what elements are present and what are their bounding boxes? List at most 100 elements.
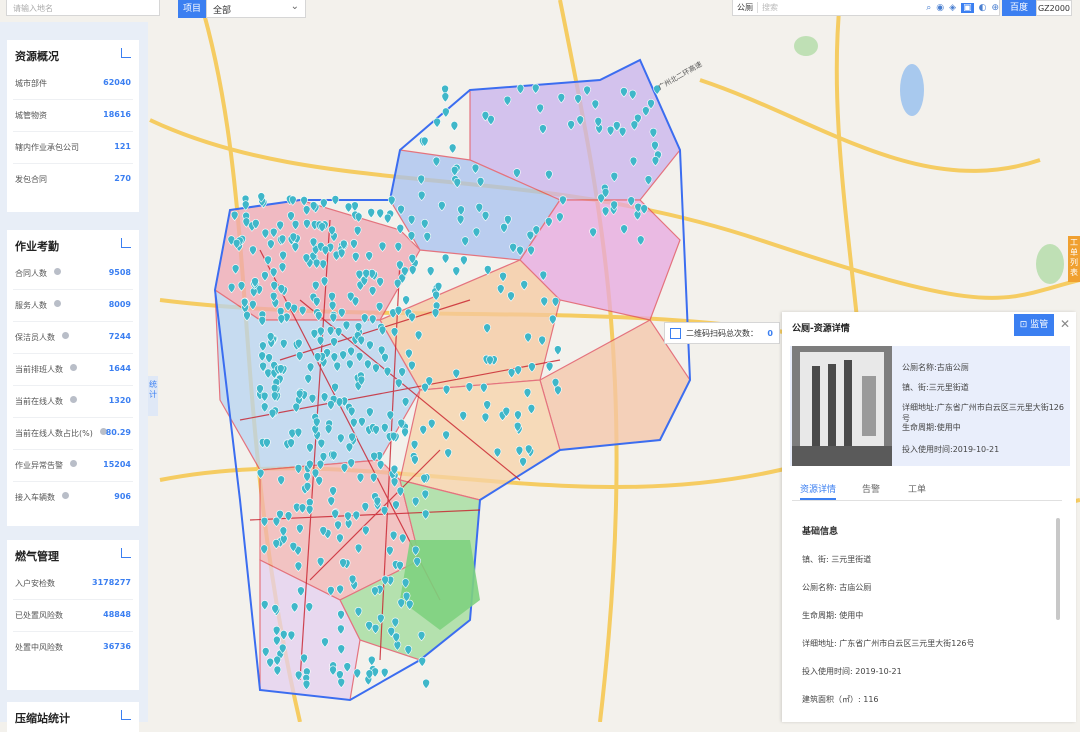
card-title: 资源概况	[15, 50, 59, 63]
map-toolbar: 公厕 搜索 ⌕ ◉ ◈ ▣ ◐ ⊕	[732, 0, 1000, 16]
stat-label: 当前在线人数占比(%)	[15, 429, 93, 438]
stat-label: 当前排班人数	[15, 365, 63, 374]
field-building-area: 建筑面积（㎡）: 116	[802, 695, 879, 704]
stat-label: 城管物资	[15, 111, 47, 120]
stat-label: 城市部件	[15, 79, 47, 88]
locate-icon[interactable]: ◉	[936, 3, 944, 13]
stat-row: 作业异常告警 15204	[13, 449, 133, 481]
detail-tabs: 资源详情 告警 工单	[792, 482, 1062, 501]
stats-toggle-tab[interactable]: 统计	[148, 376, 158, 416]
stat-label: 入户安检数	[15, 579, 55, 588]
stat-row: 服务人数 8009	[13, 289, 133, 321]
chart-icon[interactable]	[121, 238, 131, 248]
stat-row: 城市部件 62040	[13, 68, 133, 99]
work-order-list-tab[interactable]: 工单列表	[1068, 236, 1080, 282]
attendance-card: 作业考勤 合同人数 9508 服务人数 8009 保洁员人数 7244 当前排班人数 1644…	[7, 230, 139, 526]
project-label: 项目	[178, 0, 206, 18]
toilet-photo	[792, 346, 892, 466]
info-icon[interactable]	[62, 492, 69, 499]
stat-value: 906	[114, 492, 131, 501]
stat-row: 辖内作业承包公司 121	[13, 131, 133, 163]
chart-icon[interactable]	[121, 710, 131, 720]
chart-icon[interactable]	[121, 548, 131, 558]
stat-label: 已处置风险数	[15, 611, 63, 620]
detail-header: 公厕-资源详情 ⊡ 监管 ✕	[782, 312, 1076, 340]
stat-row: 当前在线人数占比(%) 80.29	[13, 417, 133, 449]
baidu-map-button[interactable]: 百度	[1002, 0, 1036, 16]
detail-scrollbar[interactable]	[1056, 518, 1060, 620]
field-start-date: 投入使用时间: 2019-10-21	[802, 667, 902, 676]
project-select-value: 全部	[213, 6, 232, 16]
close-icon[interactable]: ✕	[1060, 317, 1070, 331]
stat-value: 1644	[108, 364, 131, 373]
left-stats-panel: 资源概况 城市部件 62040 城管物资 18616 辖内作业承包公司 121 发包合同 27…	[0, 22, 148, 732]
chart-icon[interactable]	[121, 48, 131, 58]
info-icon[interactable]	[70, 460, 77, 467]
search-icon[interactable]: ⌕	[926, 3, 931, 13]
stat-label: 接入车辆数	[15, 493, 55, 502]
gz2000-button[interactable]: GZ2000	[1036, 0, 1072, 16]
supervise-button[interactable]: ⊡ 监管	[1014, 314, 1054, 336]
stat-value: 18616	[103, 110, 131, 119]
stat-row: 已处置风险数 48848	[13, 599, 133, 631]
stat-label: 处置中风险数	[15, 643, 63, 652]
compression-station-card: 压缩站统计	[7, 702, 139, 732]
stat-row: 城管物资 18616	[13, 99, 133, 131]
stat-row: 处置中风险数 36736	[13, 631, 133, 663]
tab-work-order[interactable]: 工单	[908, 482, 926, 495]
stat-row: 入户安检数 3178277	[13, 568, 133, 599]
qr-scan-label: 二维码扫码总次数：	[686, 328, 758, 338]
layer-select[interactable]: 公厕	[733, 2, 757, 13]
summary-address: 详细地址:广东省广州市白云区三元里大街126号	[902, 403, 1064, 423]
info-icon[interactable]	[54, 268, 61, 275]
zoom-icon[interactable]: ⊕	[991, 3, 999, 13]
detail-title: 公厕-资源详情	[792, 324, 850, 334]
info-icon[interactable]	[70, 364, 77, 371]
layers-icon[interactable]: ◈	[949, 3, 956, 13]
stat-value: 62040	[103, 78, 131, 87]
project-select[interactable]: 全部 ⌄	[206, 0, 306, 18]
info-icon[interactable]	[54, 300, 61, 307]
map-mode-icon[interactable]: ▣	[961, 2, 974, 13]
stat-value: 1320	[108, 396, 131, 405]
qr-scan-count: 0	[767, 328, 773, 338]
card-title: 压缩站统计	[15, 712, 70, 725]
stat-label: 服务人数	[15, 301, 47, 310]
summary-name: 公厕名称:古庙公厕	[902, 363, 969, 372]
stat-label: 合同人数	[15, 269, 47, 278]
info-icon[interactable]	[70, 396, 77, 403]
stat-value: 121	[114, 142, 131, 151]
monitor-icon: ⊡	[1019, 320, 1028, 330]
supervise-label: 监管	[1030, 320, 1049, 330]
resource-summary: 公厕名称:古庙公厕 镇、街:三元里街道 详细地址:广东省广州市白云区三元里大街1…	[790, 346, 1070, 466]
resource-overview-card: 资源概况 城市部件 62040 城管物资 18616 辖内作业承包公司 121 发包合同 27…	[7, 40, 139, 212]
marker-icon[interactable]: ◐	[979, 3, 987, 13]
map-search-input[interactable]: 搜索	[757, 2, 921, 13]
info-icon[interactable]	[62, 332, 69, 339]
tab-alarm[interactable]: 告警	[862, 482, 880, 495]
resource-detail-panel: 公厕-资源详情 ⊡ 监管 ✕ 公厕名称:古庙公厕 镇、街:三元里街道 详细地址:…	[782, 312, 1076, 722]
stat-value: 9508	[108, 268, 131, 277]
chevron-down-icon: ⌄	[290, 1, 299, 12]
basic-info-heading: 基础信息	[802, 527, 839, 537]
stat-row: 合同人数 9508	[13, 258, 133, 289]
stat-row: 接入车辆数 906	[13, 481, 133, 513]
summary-lifecycle: 生命周期:使用中	[902, 423, 961, 432]
stat-value: 8009	[108, 300, 131, 309]
stat-value: 80.29	[105, 428, 131, 437]
stat-label: 当前在线人数	[15, 397, 63, 406]
stat-value: 7244	[108, 332, 131, 341]
stat-label: 保洁员人数	[15, 333, 55, 342]
field-street: 镇、街: 三元里街道	[802, 555, 872, 564]
stat-label: 辖内作业承包公司	[15, 143, 79, 152]
tab-resource-detail[interactable]: 资源详情	[800, 482, 837, 500]
qr-code-icon	[670, 327, 681, 339]
field-lifecycle: 生命周期: 使用中	[802, 611, 864, 620]
field-name: 公厕名称: 古庙公厕	[802, 583, 872, 592]
summary-start-date: 投入使用时间:2019-10-21	[902, 445, 1000, 454]
place-search-input[interactable]: 请输入地名	[6, 0, 160, 16]
summary-street: 镇、街:三元里街道	[902, 383, 969, 392]
stat-value: 36736	[103, 642, 131, 651]
stat-label: 发包合同	[15, 175, 47, 184]
field-address: 详细地址: 广东省广州市白云区三元里大街126号	[802, 639, 975, 648]
